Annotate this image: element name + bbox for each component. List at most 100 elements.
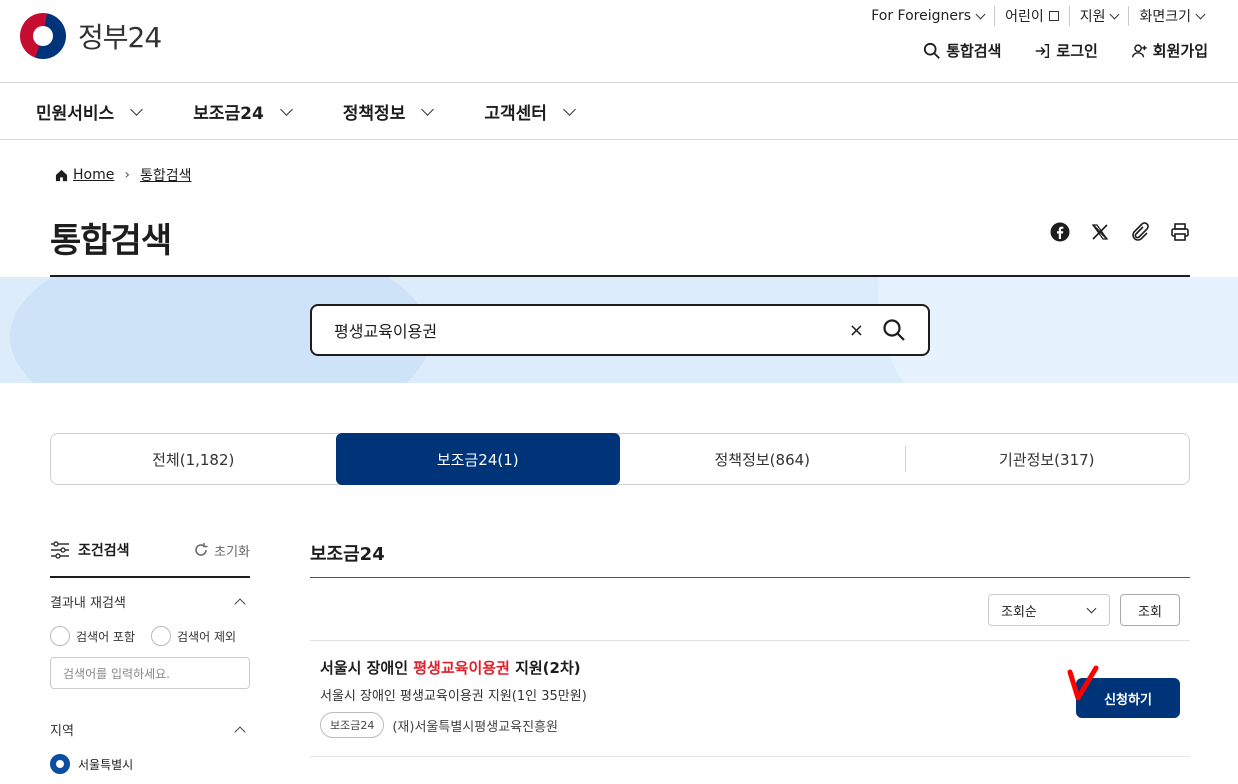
results-section-title: 보조금24 xyxy=(310,544,385,565)
radio-circle xyxy=(151,626,172,646)
utility-nav: For Foreigners 어린이 지원 화면크기 xyxy=(861,6,1214,26)
clear-icon[interactable]: × xyxy=(849,320,864,341)
util-support-label: 지원 xyxy=(1079,9,1106,25)
chevron-down-icon xyxy=(563,102,576,116)
clip-icon[interactable] xyxy=(1130,222,1150,242)
result-description: 서울시 장애인 평생교육이용권 지원(1인 35만원) xyxy=(320,689,587,704)
chevron-down-icon xyxy=(279,102,293,116)
login-label: 로그인 xyxy=(1056,42,1098,60)
sort-value: 조회순 xyxy=(1001,604,1037,620)
result-meta: 보조금24 (재)서울특별시평생교육진흥원 xyxy=(320,712,558,738)
x-icon[interactable] xyxy=(1090,222,1110,242)
chevron-down-icon xyxy=(975,9,986,19)
exclude-keyword-label: 검색어 제외 xyxy=(177,629,237,644)
signup-link[interactable]: 회원가입 xyxy=(1130,40,1208,61)
breadcrumb-separator: › xyxy=(124,167,130,183)
util-foreigners[interactable]: For Foreigners xyxy=(861,6,994,26)
research-title: 결과내 재검색 xyxy=(50,596,126,611)
filter-rule xyxy=(50,576,250,578)
radio-circle xyxy=(50,626,70,646)
decorative-shape xyxy=(878,277,1238,383)
research-keyword-input[interactable]: 검색어를 입력하세요. xyxy=(50,657,250,689)
taegeuk-logo-icon xyxy=(20,13,66,59)
login-link[interactable]: 로그인 xyxy=(1033,40,1098,61)
gnb-item-subsidy[interactable]: 보조금24 xyxy=(193,99,293,124)
main-actions: 통합검색 로그인 회원가입 xyxy=(923,40,1208,61)
chevron-down-icon xyxy=(1195,9,1206,19)
chevron-down-icon xyxy=(1110,9,1120,19)
sort-select[interactable]: 조회순 xyxy=(988,594,1110,626)
gnb-label: 고객센터 xyxy=(484,103,547,124)
reset-label: 초기화 xyxy=(214,544,250,560)
search-icon xyxy=(924,42,941,59)
check-annotation-icon xyxy=(1067,665,1099,701)
result-title-link[interactable]: 서울시 장애인 평생교육이용권 지원(2차) xyxy=(320,657,581,678)
exclude-keyword-radio[interactable]: 검색어 제외 xyxy=(151,626,236,646)
gnb-item-customer-center[interactable]: 고객센터 xyxy=(484,99,576,124)
chevron-down-icon xyxy=(1086,603,1097,613)
include-keyword-label: 검색어 포함 xyxy=(76,629,136,644)
util-support[interactable]: 지원 xyxy=(1068,6,1129,26)
util-kids[interactable]: 어린이 xyxy=(994,6,1069,26)
search-input[interactable]: 평생교육이용권 × xyxy=(310,304,930,356)
region-title: 지역 xyxy=(50,724,74,739)
filter-header: 조건검색 초기화 xyxy=(50,540,250,560)
chevron-down-icon xyxy=(421,102,435,116)
external-link-icon xyxy=(1048,11,1059,21)
reset-button[interactable]: 초기화 xyxy=(193,541,250,560)
search-value: 평생교육이용권 xyxy=(334,322,438,341)
result-tabs: 전체(1,182) 보조금24(1) 정책정보(864) 기관정보(317) xyxy=(50,433,1190,485)
region-seoul-radio[interactable]: 서울특별시 xyxy=(50,754,133,774)
result-organization: (재)서울특별시평생교육진흥원 xyxy=(392,719,558,735)
util-foreigners-label: For Foreigners xyxy=(871,8,972,24)
keyword-mode-radios: 검색어 포함 검색어 제외 xyxy=(50,626,236,646)
home-icon xyxy=(55,169,68,181)
integrated-search-label: 통합검색 xyxy=(946,42,1002,60)
region-section-header[interactable]: 지역 xyxy=(50,720,250,739)
gnb-divider xyxy=(0,139,1238,140)
breadcrumb-home[interactable]: Home xyxy=(73,167,114,183)
print-icon[interactable] xyxy=(1170,222,1190,242)
util-screen-size[interactable]: 화면크기 xyxy=(1128,6,1214,26)
radio-circle-selected xyxy=(50,754,70,774)
facebook-icon[interactable] xyxy=(1050,222,1070,242)
signup-label: 회원가입 xyxy=(1152,42,1208,60)
gnb-item-policy[interactable]: 정책정보 xyxy=(342,99,435,124)
region-seoul-label: 서울특별시 xyxy=(78,757,134,772)
category-badge: 보조금24 xyxy=(320,712,385,738)
tab-policy[interactable]: 정책정보(864) xyxy=(620,434,905,484)
search-icon[interactable] xyxy=(882,318,906,342)
result-title-highlight: 평생교육이용권 xyxy=(413,659,510,677)
global-nav: 민원서비스 보조금24 정책정보 고객센터 xyxy=(36,84,576,138)
result-title-post: 지원(2차) xyxy=(509,659,581,677)
tab-agency[interactable]: 기관정보(317) xyxy=(904,434,1190,484)
page-title: 통합검색 xyxy=(50,221,172,261)
util-screen-size-label: 화면크기 xyxy=(1139,9,1191,25)
breadcrumb: Home › 통합검색 xyxy=(55,165,191,185)
add-user-icon xyxy=(1131,43,1147,57)
chevron-up-icon xyxy=(234,725,246,738)
result-title-pre: 서울시 장애인 xyxy=(320,659,414,677)
sort-apply-button[interactable]: 조회 xyxy=(1120,594,1180,626)
share-tools xyxy=(1050,222,1190,242)
include-keyword-radio[interactable]: 검색어 포함 xyxy=(50,626,135,646)
integrated-search-link[interactable]: 통합검색 xyxy=(923,40,1001,61)
header-divider xyxy=(0,82,1238,83)
tab-subsidy[interactable]: 보조금24(1) xyxy=(335,433,620,485)
result-divider xyxy=(310,640,1190,641)
filter-sliders-icon xyxy=(51,541,69,559)
result-divider xyxy=(310,756,1190,757)
gnb-label: 보조금24 xyxy=(193,103,264,124)
gnb-label: 정책정보 xyxy=(342,103,406,124)
brand-logo[interactable]: 정부24 xyxy=(20,13,162,59)
tab-all[interactable]: 전체(1,182) xyxy=(51,434,336,484)
util-kids-label: 어린이 xyxy=(1005,9,1044,25)
gnb-item-civil-service[interactable]: 민원서비스 xyxy=(36,99,144,124)
login-icon xyxy=(1036,43,1050,58)
results-rule xyxy=(310,577,1190,578)
chevron-up-icon xyxy=(234,597,246,610)
research-section-header[interactable]: 결과내 재검색 xyxy=(50,592,250,611)
breadcrumb-current[interactable]: 통합검색 xyxy=(140,165,192,185)
gnb-label: 민원서비스 xyxy=(36,103,115,124)
filter-title: 조건검색 xyxy=(78,543,130,559)
